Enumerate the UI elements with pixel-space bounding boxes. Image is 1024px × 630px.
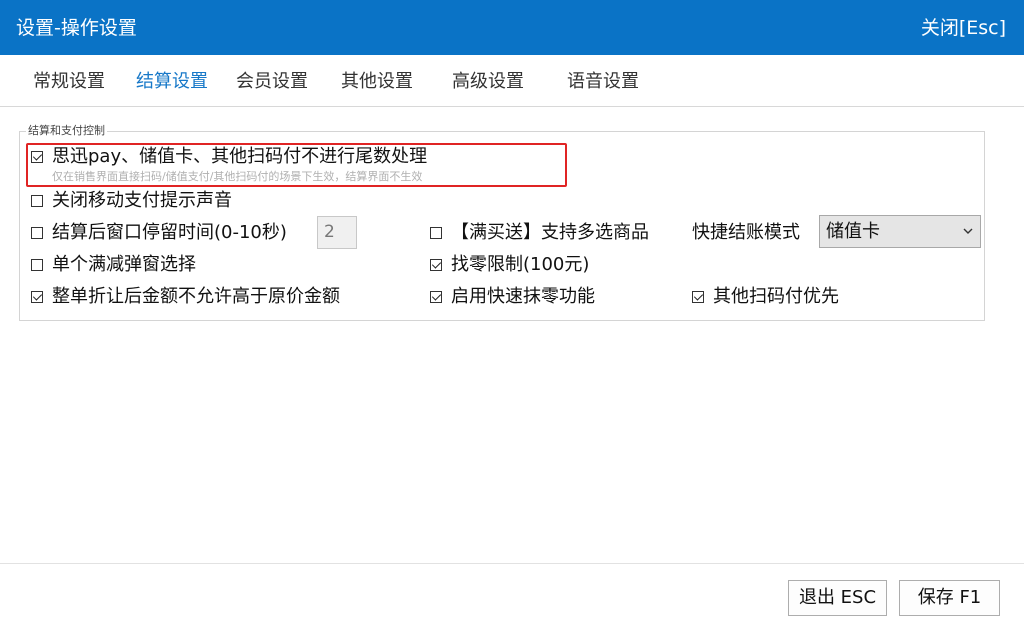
tab-other[interactable]: 其他设置	[341, 70, 413, 94]
stay-time-checkbox[interactable]	[31, 227, 43, 239]
buy-gift-multi-label: 【满买送】支持多选商品	[451, 222, 649, 243]
chevron-down-icon	[963, 228, 973, 234]
tab-checkout[interactable]: 结算设置	[136, 70, 208, 94]
quick-checkout-value: 储值卡	[826, 221, 880, 242]
group-legend: 结算和支付控制	[26, 124, 107, 138]
no-exceed-original-option[interactable]: 整单折让后金额不允许高于原价金额	[31, 286, 371, 308]
tab-general[interactable]: 常规设置	[33, 70, 105, 94]
other-scan-priority-checkbox[interactable]	[692, 291, 704, 303]
tail-processing-hint: 仅在销售界面直接扫码/储值支付/其他扫码付的场景下生效，结算界面不生效	[52, 170, 423, 183]
buy-gift-multi-option[interactable]: 【满买送】支持多选商品	[430, 222, 670, 244]
single-discount-popup-option[interactable]: 单个满减弹窗选择	[31, 254, 221, 276]
tab-member[interactable]: 会员设置	[236, 70, 308, 94]
other-scan-priority-option[interactable]: 其他扫码付优先	[692, 286, 852, 308]
quick-round-checkbox[interactable]	[430, 291, 442, 303]
single-discount-popup-checkbox[interactable]	[31, 259, 43, 271]
quick-checkout-label: 快捷结账模式	[692, 222, 800, 243]
quick-round-label: 启用快速抹零功能	[451, 286, 595, 307]
no-exceed-original-checkbox[interactable]	[31, 291, 43, 303]
stay-time-option[interactable]: 结算后窗口停留时间(0-10秒)	[31, 222, 301, 244]
stay-time-input[interactable]: 2	[317, 216, 357, 249]
save-button[interactable]: 保存 F1	[899, 580, 1000, 616]
tab-advanced[interactable]: 高级设置	[452, 70, 524, 94]
single-discount-popup-label: 单个满减弹窗选择	[52, 254, 196, 275]
tab-voice[interactable]: 语音设置	[567, 70, 639, 94]
buy-gift-multi-checkbox[interactable]	[430, 227, 442, 239]
quick-round-option[interactable]: 启用快速抹零功能	[430, 286, 610, 308]
tab-bar: 常规设置 结算设置 会员设置 其他设置 高级设置 语音设置	[0, 55, 1024, 107]
close-button[interactable]: 关闭[Esc]	[921, 16, 1006, 40]
exit-button[interactable]: 退出 ESC	[788, 580, 887, 616]
change-limit-label: 找零限制(100元)	[451, 254, 590, 275]
close-mobile-sound-label: 关闭移动支付提示声音	[52, 190, 232, 211]
quick-checkout-select[interactable]: 储值卡	[819, 215, 981, 248]
change-limit-checkbox[interactable]	[430, 259, 442, 271]
tail-processing-checkbox[interactable]	[31, 151, 43, 163]
close-mobile-sound-checkbox[interactable]	[31, 195, 43, 207]
no-exceed-original-label: 整单折让后金额不允许高于原价金额	[52, 286, 340, 307]
window-title: 设置-操作设置	[16, 17, 137, 39]
tail-processing-option[interactable]: 思迅pay、储值卡、其他扫码付不进行尾数处理	[31, 146, 461, 168]
change-limit-option[interactable]: 找零限制(100元)	[430, 254, 600, 276]
other-scan-priority-label: 其他扫码付优先	[713, 286, 839, 307]
footer-divider	[0, 563, 1024, 564]
stay-time-label: 结算后窗口停留时间(0-10秒)	[52, 222, 287, 243]
close-mobile-sound-option[interactable]: 关闭移动支付提示声音	[31, 190, 251, 212]
title-bar: 设置-操作设置 关闭[Esc]	[0, 0, 1024, 55]
tail-processing-label: 思迅pay、储值卡、其他扫码付不进行尾数处理	[52, 146, 428, 167]
